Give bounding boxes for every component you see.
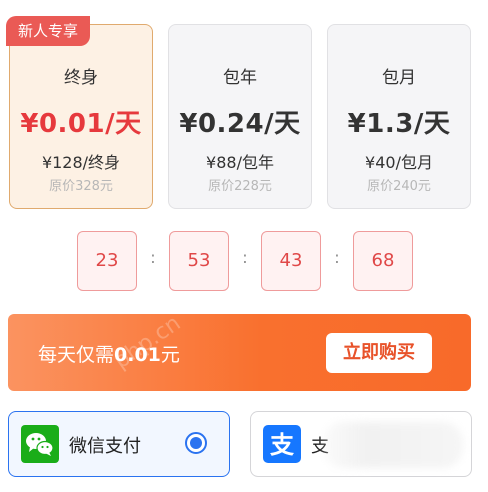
plan-daily-price: ¥0.24/天	[179, 109, 301, 139]
blurred-overlay	[323, 422, 463, 468]
plan-daily-price: ¥0.01/天	[20, 109, 142, 139]
daily-price-prefix: 每天仅需	[38, 344, 115, 366]
daily-price-unit: 元	[160, 344, 180, 366]
daily-price-amount: 0.01	[114, 344, 161, 366]
countdown-separator: :	[150, 248, 156, 267]
wechat-pay-option[interactable]: 微信支付	[8, 411, 230, 477]
plan-original-price: 原价228元	[208, 179, 272, 194]
daily-price-label: 每天仅需0.01元	[38, 340, 180, 367]
alipay-option[interactable]: 支 支	[250, 411, 472, 477]
plan-total-price: ¥128/终身	[41, 153, 121, 172]
countdown-milliseconds: 68	[353, 231, 413, 291]
svg-text:支: 支	[270, 431, 295, 459]
countdown-hours: 23	[77, 231, 137, 291]
new-user-badge: 新人专享	[6, 16, 91, 46]
countdown-separator: :	[242, 248, 248, 267]
plan-card-monthly[interactable]: 包月 ¥1.3/天 ¥40/包月 原价240元	[327, 24, 471, 209]
plan-card-yearly[interactable]: 包年 ¥0.24/天 ¥88/包年 原价228元	[168, 24, 312, 209]
plan-original-price: 原价240元	[367, 179, 431, 194]
countdown-separator: :	[334, 248, 340, 267]
plan-card-lifetime[interactable]: 终身 ¥0.01/天 ¥128/终身 原价328元	[9, 24, 153, 209]
alipay-icon: 支	[263, 425, 301, 463]
buy-bar: 每天仅需0.01元 立即购买	[8, 314, 471, 391]
countdown-minutes: 53	[169, 231, 229, 291]
plan-total-price: ¥40/包月	[365, 153, 433, 172]
plan-name: 包月	[382, 68, 416, 88]
plan-original-price: 原价328元	[49, 179, 113, 194]
plan-name: 终身	[64, 68, 98, 88]
plan-daily-price: ¥1.3/天	[347, 109, 451, 139]
wechat-pay-icon	[21, 425, 59, 463]
buy-now-button[interactable]: 立即购买	[326, 333, 432, 373]
plan-name: 包年	[223, 68, 257, 88]
wechat-pay-label: 微信支付	[69, 436, 141, 457]
countdown-seconds: 43	[261, 231, 321, 291]
plan-total-price: ¥88/包年	[206, 153, 274, 172]
wechat-pay-radio[interactable]	[185, 432, 207, 454]
